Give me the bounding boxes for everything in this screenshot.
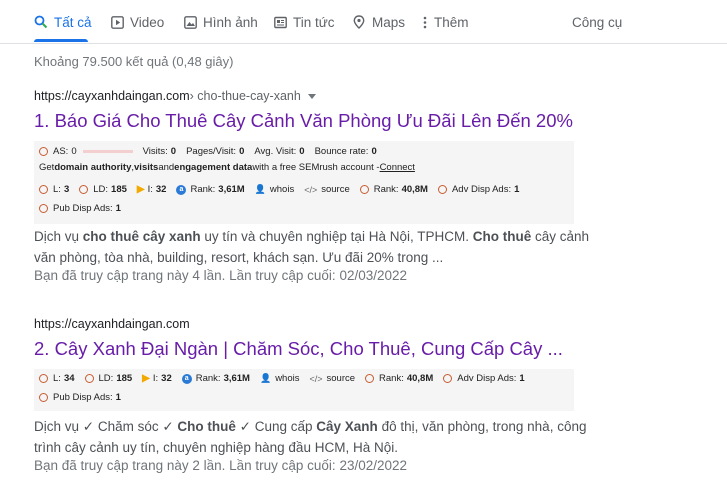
code-icon: </> (309, 373, 323, 384)
video-icon (110, 15, 124, 29)
result-1-seo-panel: AS: 0 Visits: 0 Pages/Visit: 0 Avg. Visit: 0… (34, 141, 574, 224)
semrush-rank-metric[interactable]: Rank: 40,8M (359, 184, 428, 195)
as-circle-icon (39, 147, 48, 156)
l-metric[interactable]: L: 34 (39, 373, 75, 384)
tab-images-label: Hình ảnh (203, 14, 258, 30)
as-metric: AS: 0 (39, 146, 77, 157)
result-stats: Khoảng 79.500 kết quả (0,48 giây) (34, 54, 234, 69)
whois-link[interactable]: 👤 whois (255, 184, 295, 195)
bing-icon: ▶ (136, 184, 145, 195)
pub-circle-icon (39, 393, 48, 402)
ld-metric[interactable]: LD: 185 (84, 373, 132, 384)
l-metric[interactable]: L: 3 (39, 184, 69, 195)
as-score-bar (82, 150, 133, 153)
pub-circle-icon (39, 204, 48, 213)
map-pin-icon (352, 15, 366, 29)
ld-metric[interactable]: LD: 185 (79, 184, 127, 195)
tab-all-label: Tất cả (54, 14, 92, 30)
person-icon: 👤 (259, 373, 272, 383)
tab-images[interactable]: Hình ảnh (183, 12, 258, 32)
rank-circle-icon (359, 185, 369, 194)
pages-visit-metric: Pages/Visit: 0 (186, 146, 245, 157)
pub-disp-ads-metric[interactable]: Pub Disp Ads: 1 (39, 392, 121, 403)
tab-news-label: Tin tức (293, 14, 335, 30)
result-2-url: https://cayxanhdaingan.com (34, 317, 190, 331)
tab-video-label: Video (130, 14, 165, 30)
alexa-rank-metric[interactable]: a Rank: 3,61M (176, 184, 245, 195)
result-1-snippet: Dịch vụ cho thuê cây xanh uy tín và chuy… (34, 229, 590, 265)
source-link[interactable]: </> source (304, 184, 350, 195)
result-1-url: https://cayxanhdaingan.com (34, 89, 190, 103)
rank-circle-icon (365, 374, 375, 383)
ld-circle-icon (79, 185, 89, 194)
tab-maps[interactable]: Maps (352, 12, 405, 32)
tab-maps-label: Maps (372, 14, 406, 30)
search-tabs-bar: Tất cả Video Hình ảnh Tin tức Maps Thêm … (0, 0, 727, 44)
avg-visit-metric: Avg. Visit: 0 (254, 146, 305, 157)
tools-button[interactable]: Công cụ (572, 12, 622, 32)
tools-label: Công cụ (572, 14, 623, 30)
seo-metrics-row: L: 34 LD: 185 ▶ I: 32 a Rank: 3,61M 👤 whois </>… (39, 373, 535, 384)
more-vertical-icon (422, 15, 428, 29)
active-tab-indicator (34, 39, 88, 42)
i-metric[interactable]: ▶ I: 32 (137, 184, 167, 195)
seo-connect-row: Get domain authority, visits and engagem… (39, 162, 415, 173)
alexa-icon: a (181, 373, 192, 384)
result-1-visited-note: Bạn đã truy cập trang này 4 lần. Lần tru… (34, 268, 408, 283)
result-2-snippet: Dịch vụ ✓ Chăm sóc ✓ Cho thuê ✓ Cung cấp… (34, 419, 587, 455)
adv-circle-icon (443, 374, 453, 383)
bing-icon: ▶ (142, 373, 150, 384)
tab-more[interactable]: Thêm (422, 12, 469, 32)
seo-traffic-row: AS: 0 Visits: 0 Pages/Visit: 0 Avg. Visit: 0… (39, 146, 387, 157)
tab-video[interactable]: Video (110, 12, 164, 32)
l-circle-icon (39, 374, 48, 383)
ld-circle-icon (84, 374, 94, 383)
seo-pub-row: Pub Disp Ads: 1 (39, 203, 131, 214)
semrush-rank-metric[interactable]: Rank: 40,8M (365, 373, 433, 384)
result-1-menu-caret-icon[interactable] (307, 94, 316, 99)
result-2-cite[interactable]: https://cayxanhdaingan.com (34, 317, 190, 331)
search-icon (34, 15, 48, 29)
result-1-title-link[interactable]: 1. Báo Giá Cho Thuê Cây Cảnh Văn Phòng Ư… (34, 110, 573, 132)
alexa-rank-metric[interactable]: a Rank: 3,61M (181, 373, 250, 384)
source-link[interactable]: </> source (309, 373, 355, 384)
tab-all[interactable]: Tất cả (34, 12, 92, 32)
result-1-path: › cho-thue-cay-xanh (189, 89, 301, 103)
result-2-seo-panel: L: 34 LD: 185 ▶ I: 32 a Rank: 3,61M 👤 whois </>… (34, 369, 574, 411)
semrush-connect-link[interactable]: Connect (380, 162, 415, 173)
adv-disp-ads-metric[interactable]: Adv Disp Ads: 1 (437, 184, 519, 195)
adv-circle-icon (437, 185, 447, 194)
code-icon: </> (304, 184, 318, 195)
i-metric[interactable]: ▶ I: 32 (142, 373, 172, 384)
adv-disp-ads-metric[interactable]: Adv Disp Ads: 1 (443, 373, 525, 384)
image-icon (183, 15, 197, 29)
visits-metric: Visits: 0 (142, 146, 177, 157)
seo-metrics-row: L: 3 LD: 185 ▶ I: 32 a Rank: 3,61M 👤 whois </> s… (39, 184, 529, 195)
tab-news[interactable]: Tin tức (273, 12, 335, 32)
pub-disp-ads-metric[interactable]: Pub Disp Ads: 1 (39, 203, 121, 214)
tab-more-label: Thêm (434, 14, 469, 30)
bounce-rate-metric: Bounce rate: 0 (314, 146, 377, 157)
news-icon (273, 15, 287, 29)
l-circle-icon (39, 185, 48, 194)
result-2-visited-note: Bạn đã truy cập trang này 2 lần. Lần tru… (34, 458, 408, 473)
alexa-icon: a (176, 184, 187, 195)
result-2-title-link[interactable]: 2. Cây Xanh Đại Ngàn | Chăm Sóc, Cho Thu… (34, 338, 563, 360)
seo-pub-row: Pub Disp Ads: 1 (39, 392, 131, 403)
whois-link[interactable]: 👤 whois (260, 373, 300, 384)
result-1-cite[interactable]: https://cayxanhdaingan.com › cho-thue-ca… (34, 89, 316, 103)
person-icon: 👤 (254, 184, 266, 194)
